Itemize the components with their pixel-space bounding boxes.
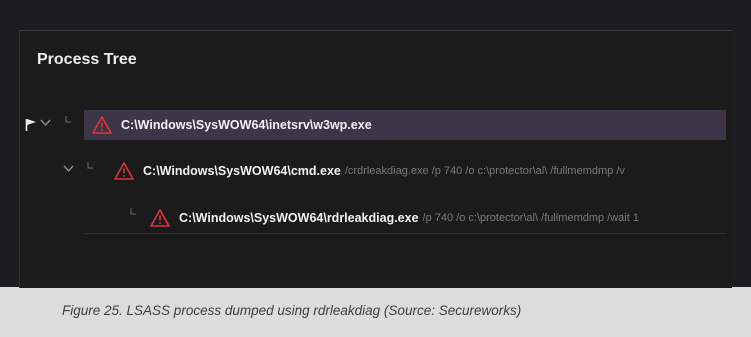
- warning-triangle-icon: [114, 162, 134, 180]
- process-path: C:\Windows\SysWOW64\rdrleakdiag.exe: [179, 210, 419, 225]
- tree-connector-icon: [65, 116, 71, 123]
- chevron-down-icon[interactable]: [63, 165, 74, 173]
- process-row[interactable]: C:\Windows\SysWOW64\rdrleakdiag.exe /p 7…: [84, 202, 726, 234]
- process-row[interactable]: C:\Windows\SysWOW64\inetsrv\w3wp.exe: [84, 110, 726, 140]
- process-args: /crdrleakdiag.exe /p 740 /o c:\protector…: [344, 165, 625, 177]
- process-row[interactable]: C:\Windows\SysWOW64\cmd.exe /crdrleakdia…: [84, 156, 726, 186]
- screenshot-area: [0, 0, 751, 288]
- figure-caption: Figure 25. LSASS process dumped using rd…: [62, 303, 522, 318]
- warning-triangle-icon: [150, 208, 170, 227]
- flag-icon[interactable]: [25, 118, 37, 131]
- process-path: C:\Windows\SysWOW64\cmd.exe: [143, 164, 341, 178]
- process-args: /p 740 /o c:\protector\al\ /fullmemdmp /…: [422, 211, 639, 224]
- process-path: C:\Windows\SysWOW64\inetsrv\w3wp.exe: [121, 118, 372, 132]
- chevron-down-icon[interactable]: [40, 119, 51, 127]
- warning-triangle-icon: [92, 116, 112, 134]
- panel-title: Process Tree: [37, 51, 137, 68]
